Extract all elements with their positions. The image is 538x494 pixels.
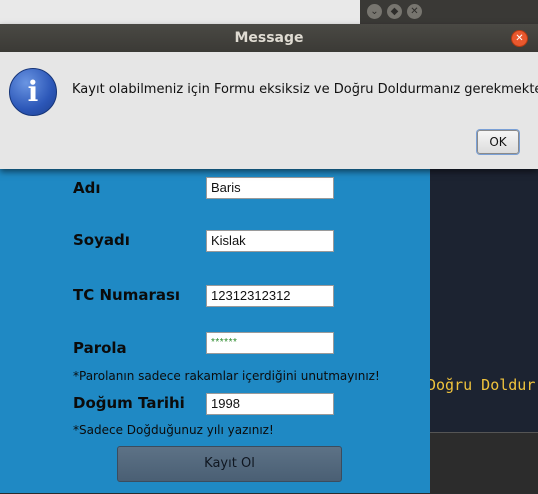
maximize-button[interactable]: ◆: [387, 4, 402, 19]
birth-year-label: Doğum Tarihi: [73, 394, 185, 412]
password-field[interactable]: ******: [206, 332, 334, 354]
background-window-top: [0, 0, 360, 24]
surname-field[interactable]: Kislak: [206, 230, 334, 252]
birth-year-field[interactable]: 1998: [206, 393, 334, 415]
tc-number-label: TC Numarası: [73, 286, 181, 304]
dialog-close-button[interactable]: ✕: [511, 30, 528, 47]
message-dialog: Message ✕ i Kayıt olabilmeniz için Formu…: [0, 24, 538, 169]
terminal-text: Doğru Doldur: [427, 376, 536, 394]
registration-form-panel: [0, 168, 430, 493]
dialog-message: Kayıt olabilmeniz için Formu eksiksiz ve…: [72, 82, 538, 97]
close-icon: ✕: [515, 33, 524, 44]
birth-year-note: *Sadece Doğduğunuz yılı yazınız!: [73, 423, 274, 437]
close-window-button[interactable]: ✕: [407, 4, 422, 19]
register-button[interactable]: Kayıt Ol: [117, 446, 342, 482]
minimize-button[interactable]: ⌄: [367, 4, 382, 19]
surname-label: Soyadı: [73, 231, 130, 249]
ok-button[interactable]: OK: [477, 130, 519, 154]
tc-number-field[interactable]: 12312312312: [206, 285, 334, 307]
close-icon: ✕: [410, 6, 419, 17]
dialog-title: Message: [0, 24, 538, 52]
info-icon: i: [9, 68, 57, 116]
terminal-bottom-bar: [430, 432, 538, 494]
name-label: Adı: [73, 179, 101, 197]
password-note: *Parolanın sadece rakamlar içerdiğini un…: [73, 369, 380, 383]
name-field[interactable]: Baris: [206, 177, 334, 199]
password-label: Parola: [73, 339, 127, 357]
minimize-icon: ⌄: [370, 6, 379, 17]
maximize-icon: ◆: [390, 6, 399, 17]
